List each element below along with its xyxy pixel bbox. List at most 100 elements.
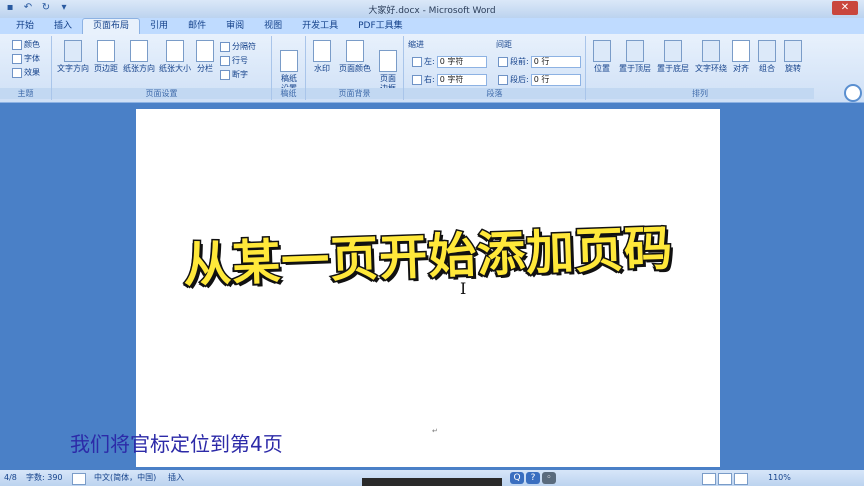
align-icon [732,40,750,62]
paragraph-mark-icon: ↵ [432,427,438,435]
draft-paper-icon [280,50,298,72]
spacing-after-row: 段后: 0 行 [498,74,581,86]
group-objects-button[interactable]: 组合 [756,40,778,74]
indent-right-icon [412,75,422,85]
video-caption: 我们将官标定位到第4页 [70,432,283,456]
tab-mailings[interactable]: 邮件 [178,19,216,34]
tab-home[interactable]: 开始 [6,19,44,34]
spacing-after-icon [498,75,508,85]
columns-button[interactable]: 分栏 [194,40,216,74]
headline-text: 从某一页开始添加页码 [181,219,676,295]
theme-colors-icon [12,40,22,50]
page-indicator[interactable]: 4/8 [4,470,17,486]
tab-review[interactable]: 审阅 [216,19,254,34]
theme-effects-button[interactable]: 效果 [12,68,40,78]
tab-insert[interactable]: 插入 [44,19,82,34]
text-wrap-button[interactable]: 文字环绕 [692,40,730,74]
proofing-icon[interactable] [72,473,86,485]
ribbon: 颜色 字体 效果 主题 文字方向 页边距 纸张方向 纸张大小 分栏 分隔符 行号 [0,34,864,103]
word-count[interactable]: 字数: 390 [26,470,63,486]
group-label-paragraph: 段落 [404,88,585,99]
question-icon[interactable]: ? [526,472,540,484]
page-borders-icon [379,50,397,72]
spacing-before-row: 段前: 0 行 [498,56,581,68]
rotate-button[interactable]: 旋转 [782,40,804,74]
align-button[interactable]: 对齐 [730,40,752,74]
ribbon-tabs: 开始 插入 页面布局 引用 邮件 审阅 视图 开发工具 PDF工具集 [0,18,864,34]
send-to-back-button[interactable]: 置于底层 [654,40,692,74]
draft-settings-button[interactable]: 稿纸 设置 [275,40,303,94]
size-button[interactable]: 纸张大小 [158,40,192,74]
margins-icon [97,40,115,62]
tab-page-layout[interactable]: 页面布局 [82,18,141,34]
tab-references[interactable]: 引用 [140,19,178,34]
indent-left-input[interactable]: 0 字符 [436,56,487,68]
group-arrange: 位置 置于顶层 置于底层 文字环绕 对齐 组合 旋转 排列 [586,36,814,100]
taskbar-strip [362,478,502,486]
group-page-background: 水印 页面颜色 页面 边框 页面背景 [306,36,404,100]
theme-colors-button[interactable]: 颜色 [12,40,40,50]
line-numbers-button[interactable]: 行号 [220,56,248,66]
spacing-before-icon [498,57,508,67]
tab-developer[interactable]: 开发工具 [292,19,348,34]
page-color-icon [346,40,364,62]
text-direction-icon [64,40,82,62]
indent-right-input[interactable]: 0 字符 [436,74,487,86]
zoom-level[interactable]: 110% [768,470,791,486]
group-paragraph: 缩进 左: 0 字符 右: 0 字符 间距 段前: 0 行 段后: 0 行 段落 [404,36,586,100]
page-borders-button[interactable]: 页面 边框 [376,40,400,94]
watermark-button[interactable]: 水印 [310,40,334,74]
group-label-page-setup: 页面设置 [52,88,271,99]
web-layout-view-icon[interactable] [734,473,748,485]
document-area: 从某一页开始添加页码 I ↵ [0,103,864,470]
group-label-draft: 稿纸 [272,88,305,99]
spacing-heading: 间距 [496,40,512,49]
insert-mode[interactable]: 插入 [168,470,184,486]
breaks-icon [220,42,230,52]
group-draft: 稿纸 设置 稿纸 [272,36,306,100]
text-cursor-icon: I [460,279,467,298]
orientation-button[interactable]: 纸张方向 [122,40,156,74]
tab-view[interactable]: 视图 [254,19,292,34]
breaks-button[interactable]: 分隔符 [220,42,256,52]
group-icon [758,40,776,62]
help-icon[interactable] [844,84,862,102]
close-window-button[interactable]: ✕ [832,1,858,15]
indent-heading: 缩进 [408,40,424,49]
indent-left-icon [412,57,422,67]
theme-fonts-button[interactable]: 字体 [12,54,40,64]
line-numbers-icon [220,56,230,66]
paper-size-icon [166,40,184,62]
search-icon[interactable]: Q [510,472,524,484]
hyphenation-button[interactable]: 断字 [220,70,248,80]
page-color-button[interactable]: 页面颜色 [336,40,374,74]
bring-to-front-icon [626,40,644,62]
print-layout-view-icon[interactable] [702,473,716,485]
indent-left-row: 左: 0 字符 [412,56,487,68]
spacing-after-input[interactable]: 0 行 [530,74,581,86]
title-bar: ▪ ↶ ↻ ▾ 大家好.docx - Microsoft Word ✕ [0,0,864,18]
language-indicator[interactable]: 中文(简体，中国) [94,470,156,486]
window-title: 大家好.docx - Microsoft Word [368,6,496,16]
hyphenation-icon [220,70,230,80]
watermark-icon [313,40,331,62]
bring-to-front-button[interactable]: 置于顶层 [616,40,654,74]
margins-button[interactable]: 页边距 [92,40,120,74]
group-theme: 颜色 字体 效果 主题 [0,36,52,100]
position-button[interactable]: 位置 [590,40,614,74]
orientation-icon [130,40,148,62]
text-direction-button[interactable]: 文字方向 [56,40,90,74]
group-label-page-background: 页面背景 [306,88,403,99]
tab-pdf-tools[interactable]: PDF工具集 [348,19,413,34]
full-screen-view-icon[interactable] [718,473,732,485]
group-page-setup: 文字方向 页边距 纸张方向 纸张大小 分栏 分隔符 行号 断字 页面设置 [52,36,272,100]
theme-effects-icon [12,68,22,78]
document-page[interactable]: 从某一页开始添加页码 I ↵ [136,109,720,467]
position-icon [593,40,611,62]
spacing-before-input[interactable]: 0 行 [530,56,581,68]
rotate-icon [784,40,802,62]
indent-right-row: 右: 0 字符 [412,74,487,86]
send-to-back-icon [664,40,682,62]
settings-icon[interactable]: ◦ [542,472,556,484]
columns-icon [196,40,214,62]
